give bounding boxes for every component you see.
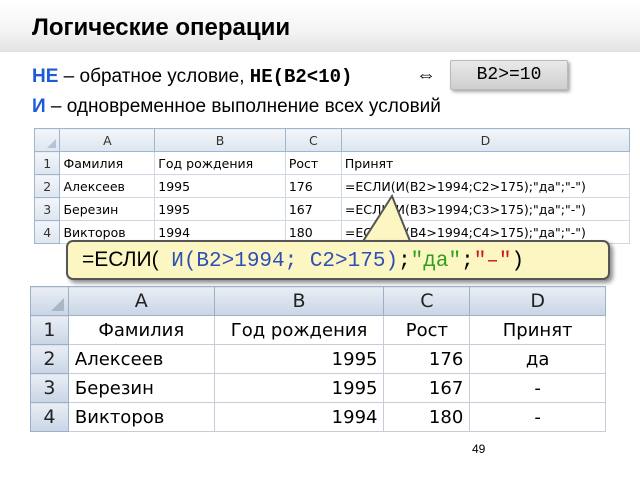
not-code-example: НЕ(B2<10) (249, 66, 353, 88)
row-header[interactable]: 1 (30, 315, 69, 345)
cell[interactable]: Викторов (67, 402, 215, 432)
table-row: 2 Алексеев 1995 176 =ЕСЛИ(И(B2>1994;C2>1… (34, 174, 630, 198)
cell[interactable]: Рост (284, 151, 342, 175)
table-row: 1 Фамилия Год рождения Рост Принят (34, 151, 630, 175)
table-row: 1 Фамилия Год рождения Рост Принят (30, 315, 606, 345)
callout-false-value: "–" (473, 250, 512, 273)
cell[interactable]: Принят (340, 151, 630, 175)
and-keyword: И (32, 96, 46, 117)
cell[interactable]: Березин (59, 197, 156, 221)
row-header[interactable]: 2 (30, 344, 69, 374)
table-row: 2 Алексеев 1995 176 да (30, 344, 606, 374)
cell[interactable]: Принят (469, 315, 606, 345)
result-spreadsheet: A B C D 1 Фамилия Год рождения Рост Прин… (30, 286, 606, 438)
not-definition-line: НЕ – обратное условие, НЕ(B2<10) (32, 66, 352, 88)
cell[interactable]: 167 (383, 373, 471, 403)
cell[interactable]: Год рождения (213, 315, 385, 345)
result-cell[interactable]: да (469, 344, 606, 374)
column-header-c[interactable]: C (284, 128, 342, 152)
callout-condition: И(B2>1994; C2>175) (158, 250, 399, 273)
column-header-d[interactable]: D (340, 128, 630, 152)
row-header[interactable]: 3 (30, 373, 69, 403)
row-header[interactable]: 3 (34, 197, 61, 221)
row-header[interactable]: 4 (34, 220, 61, 244)
cell[interactable]: Фамилия (59, 151, 156, 175)
cell[interactable]: 176 (284, 174, 342, 198)
cell[interactable]: Год рождения (154, 151, 286, 175)
column-header-c[interactable]: C (383, 286, 471, 316)
cell[interactable]: Алексеев (67, 344, 215, 374)
cell[interactable]: Фамилия (67, 315, 215, 345)
cell[interactable]: 167 (284, 197, 342, 221)
column-header-a[interactable]: A (59, 128, 156, 152)
cell[interactable]: Рост (383, 315, 471, 345)
cell[interactable]: 180 (383, 402, 471, 432)
table-row: 4 Викторов 1994 180 - (30, 402, 606, 432)
column-header-b[interactable]: B (213, 286, 385, 316)
cell[interactable]: 1995 (154, 174, 286, 198)
row-header[interactable]: 1 (34, 151, 61, 175)
row-header[interactable]: 2 (34, 174, 61, 198)
formula-cell[interactable]: =ЕСЛИ(И(B2>1994;C2>175);"да";"-") (340, 174, 630, 198)
select-all-corner[interactable] (30, 286, 69, 316)
cell[interactable]: 176 (383, 344, 471, 374)
table-row: 3 Березин 1995 167 =ЕСЛИ(И(B3>1994;C3>17… (34, 197, 630, 221)
table-row: 3 Березин 1995 167 - (30, 373, 606, 403)
and-description: – одновременное выполнение всех условий (45, 96, 441, 117)
slide-title: Логические операции (32, 14, 291, 41)
result-cell[interactable]: - (469, 402, 606, 432)
cell[interactable]: Алексеев (59, 174, 156, 198)
row-header[interactable]: 4 (30, 402, 69, 432)
not-description: – обратное условие, (58, 66, 250, 87)
and-definition-line: И – одновременное выполнение всех услови… (32, 96, 441, 118)
column-header-d[interactable]: D (469, 286, 606, 316)
equivalent-condition-badge: B2>=10 (450, 60, 568, 90)
callout-close-paren: ) (511, 250, 525, 273)
cell[interactable]: 1995 (213, 344, 385, 374)
callout-separator: ; (398, 250, 411, 273)
column-header-a[interactable]: A (67, 286, 215, 316)
select-all-corner[interactable] (34, 128, 61, 152)
not-keyword: НЕ (32, 66, 59, 87)
callout-true-value: "да" (410, 250, 462, 273)
equivalence-icon: ⇔ (416, 64, 436, 86)
result-cell[interactable]: - (469, 373, 606, 403)
cell[interactable]: 1994 (213, 402, 385, 432)
cell[interactable]: Березин (67, 373, 215, 403)
callout-function: =ЕСЛИ( (82, 248, 159, 271)
title-bar: Логические операции (0, 0, 640, 52)
formula-spreadsheet: A B C D 1 Фамилия Год рождения Рост Прин… (34, 128, 630, 248)
formula-callout: =ЕСЛИ( И(B2>1994; C2>175);"да";"–") (66, 240, 610, 280)
formula-cell[interactable]: =ЕСЛИ(И(B3>1994;C3>175);"да";"-") (340, 197, 630, 221)
cell[interactable]: 1995 (213, 373, 385, 403)
page-number: 49 (472, 442, 486, 456)
column-header-b[interactable]: B (154, 128, 286, 152)
cell[interactable]: 1995 (154, 197, 286, 221)
callout-separator: ; (461, 250, 474, 273)
